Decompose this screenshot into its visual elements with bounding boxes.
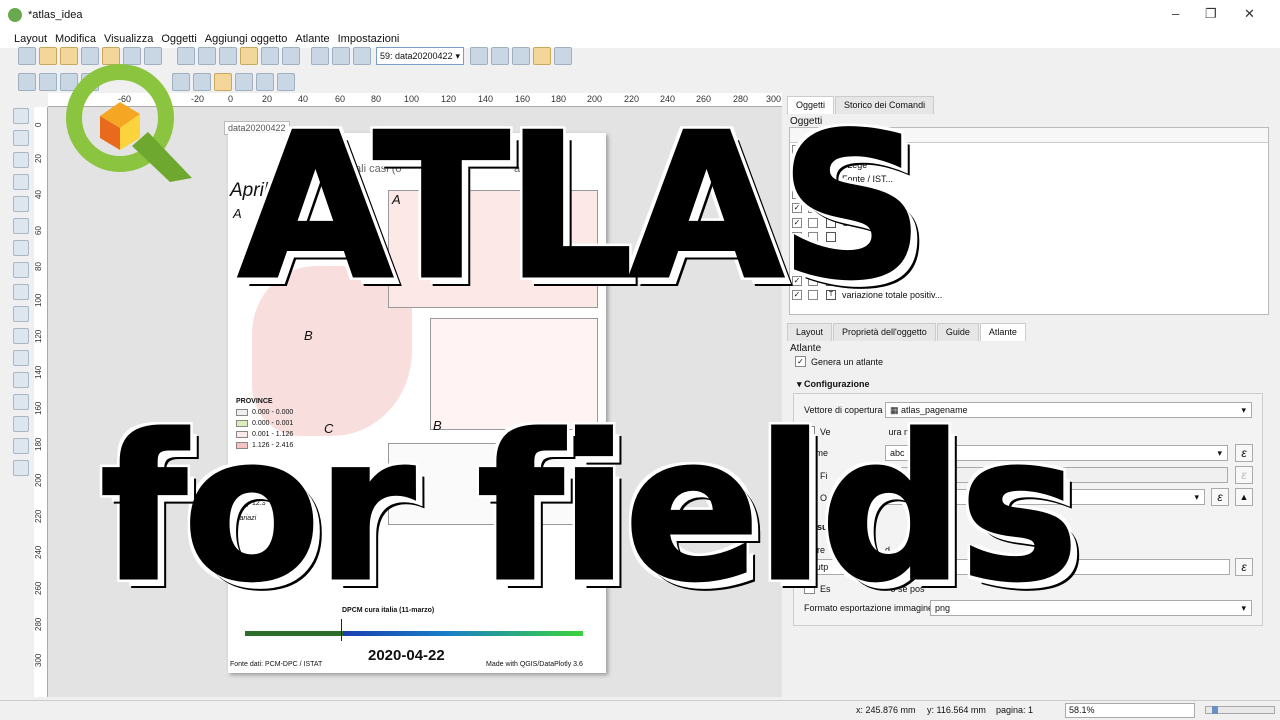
select-icon[interactable] <box>13 152 29 168</box>
ruler-tick: 160 <box>34 401 43 415</box>
qgis-logo-icon <box>8 8 22 22</box>
ruler-tick: 180 <box>34 437 43 451</box>
overlay-title-atlas: ATLAS <box>237 91 926 324</box>
add-plot-icon[interactable] <box>13 460 29 476</box>
add-3d-map-icon[interactable] <box>13 240 29 256</box>
align-center-icon[interactable] <box>256 73 274 91</box>
qgis-logo-icon <box>66 64 192 182</box>
tab-atlas[interactable]: Atlante <box>979 323 1026 341</box>
add-polyline-icon[interactable] <box>13 394 29 410</box>
redo-icon[interactable] <box>282 47 300 65</box>
title-bar: *atlas_idea – ❐ ✕ <box>0 0 1280 30</box>
ruler-tick: 280 <box>34 617 43 631</box>
footer-source: Fonte dati: PCM-DPC / ISTAT <box>230 661 323 668</box>
ruler-tick: 0 <box>228 94 234 104</box>
ruler-tick: 300 <box>34 653 43 667</box>
zoom-field[interactable]: 58.1% <box>1065 703 1195 718</box>
zoom-slider[interactable] <box>1205 706 1275 714</box>
export-atlas-icon[interactable] <box>533 47 551 65</box>
add-html-icon[interactable] <box>13 438 29 454</box>
export-svg-icon[interactable] <box>219 47 237 65</box>
new-layout-icon[interactable] <box>39 47 57 65</box>
checkbox[interactable]: ✓ <box>795 356 806 367</box>
ruler-tick: -20 <box>191 94 205 104</box>
ruler-tick: 140 <box>34 365 43 379</box>
expression-icon[interactable]: ε <box>1235 466 1253 484</box>
maximize-button[interactable]: ❐ <box>1205 6 1217 22</box>
undo-icon[interactable] <box>261 47 279 65</box>
generate-atlas-label: Genera un atlante <box>811 356 884 367</box>
atlas-date: 2020-04-22 <box>368 647 445 664</box>
cursor-y: y: 116.564 mm <box>927 705 986 715</box>
previous-feature-icon[interactable] <box>353 47 371 65</box>
ruler-tick: 120 <box>34 329 43 343</box>
ruler-tick: 240 <box>34 545 43 559</box>
page-indicator: pagina: 1 <box>996 705 1034 715</box>
ruler-tick: 20 <box>34 154 43 163</box>
add-table-icon[interactable] <box>13 416 29 432</box>
ruler-tick: 40 <box>34 190 43 199</box>
timeline-bar <box>245 631 583 636</box>
minimize-button[interactable]: – <box>1172 6 1179 21</box>
print-atlas-icon[interactable] <box>512 47 530 65</box>
overlay-title-fields: for fields <box>99 393 1081 626</box>
generate-atlas-checkbox[interactable]: ✓ Genera un atlante <box>795 356 883 367</box>
add-shape-icon[interactable] <box>13 372 29 388</box>
raise-icon[interactable] <box>214 73 232 91</box>
move-content-icon[interactable] <box>13 174 29 190</box>
ruler-left: 0 20 40 60 80 100 120 140 160 180 200 22… <box>34 107 48 697</box>
footer-credits: Made with QGIS/DataPlotly 3.6 <box>486 661 583 668</box>
tab-guides[interactable]: Guide <box>936 323 979 341</box>
properties-tabs: Layout Proprietà dell'oggetto Guide Atla… <box>787 323 1027 341</box>
sort-ascending-icon[interactable]: ▲ <box>1235 488 1253 506</box>
ruler-tick: 80 <box>34 262 43 271</box>
next-feature-icon[interactable] <box>470 47 488 65</box>
add-scalebar-icon[interactable] <box>13 328 29 344</box>
first-feature-icon[interactable] <box>332 47 350 65</box>
export-pdf-icon[interactable] <box>240 47 258 65</box>
ruler-tick: 220 <box>34 509 43 523</box>
ruler-tick: 0 <box>34 122 43 127</box>
expression-icon[interactable]: ε <box>1235 444 1253 462</box>
config-title: Configurazione <box>804 379 870 389</box>
ruler-tick: 260 <box>34 581 43 595</box>
atlas-settings-icon[interactable] <box>554 47 572 65</box>
tab-item-properties[interactable]: Proprietà dell'oggetto <box>833 323 936 341</box>
zoom-tool-icon[interactable] <box>13 130 29 146</box>
distribute-icon[interactable] <box>277 73 295 91</box>
close-button[interactable]: ✕ <box>1244 6 1255 22</box>
ruler-tick: 60 <box>34 226 43 235</box>
layout-tools-panel <box>8 104 34 504</box>
main-toolbar: 59: data20200422 <box>0 44 1280 68</box>
atlas-preview-icon[interactable] <box>311 47 329 65</box>
expression-icon[interactable]: ε <box>1235 558 1253 576</box>
ruler-tick: 100 <box>34 293 43 307</box>
edit-nodes-icon[interactable] <box>13 196 29 212</box>
zoom-out-icon[interactable] <box>39 73 57 91</box>
add-arrow-icon[interactable] <box>13 350 29 366</box>
export-image-icon[interactable] <box>198 47 216 65</box>
add-legend-icon[interactable] <box>13 306 29 322</box>
pan-icon[interactable] <box>13 108 29 124</box>
tab-layout[interactable]: Layout <box>787 323 833 341</box>
window-title: *atlas_idea <box>28 9 83 21</box>
atlas-panel-title: Atlante <box>790 343 822 354</box>
cursor-x: x: 245.876 mm <box>856 705 916 715</box>
add-label-icon[interactable] <box>13 284 29 300</box>
map-label-b: B <box>304 328 313 343</box>
add-picture-icon[interactable] <box>13 262 29 278</box>
ungroup-icon[interactable] <box>193 73 211 91</box>
ruler-tick: 200 <box>34 473 43 487</box>
last-feature-icon[interactable] <box>491 47 509 65</box>
add-map-icon[interactable] <box>13 218 29 234</box>
expression-icon[interactable]: ε <box>1211 488 1229 506</box>
zoom-slider-knob[interactable] <box>1211 706 1218 714</box>
config-section-title[interactable]: ▾ Configurazione <box>797 379 870 390</box>
save-icon[interactable] <box>18 47 36 65</box>
zoom-in-icon[interactable] <box>18 73 36 91</box>
align-left-icon[interactable] <box>235 73 253 91</box>
atlas-page-select[interactable]: 59: data20200422 <box>376 47 464 65</box>
